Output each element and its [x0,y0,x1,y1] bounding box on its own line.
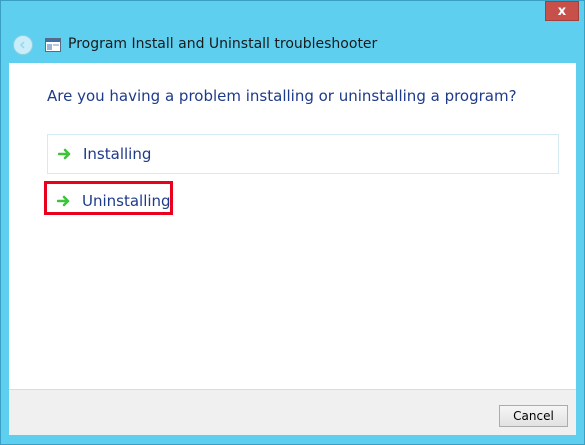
footer-bar: Cancel [9,389,576,435]
troubleshooter-window: x Program Install and Uninstall troubles… [0,0,585,445]
uninstalling-option-label: Uninstalling [82,192,171,210]
uninstalling-option[interactable]: Uninstalling [47,181,559,221]
cancel-button[interactable]: Cancel [499,405,568,427]
close-button[interactable]: x [545,1,579,21]
content-panel: Are you having a problem installing or u… [9,63,576,389]
title-bar: Program Install and Uninstall troublesho… [1,27,584,63]
back-arrow-icon [19,41,25,49]
installing-option[interactable]: Installing [47,134,559,174]
installing-option-label: Installing [83,145,152,163]
back-button[interactable] [13,35,33,55]
window-title: Program Install and Uninstall troublesho… [68,36,378,52]
troubleshooter-app-icon [45,38,61,52]
close-icon: x [557,3,567,19]
green-arrow-icon [58,148,71,160]
green-arrow-icon [57,195,70,207]
page-question: Are you having a problem installing or u… [47,87,517,105]
